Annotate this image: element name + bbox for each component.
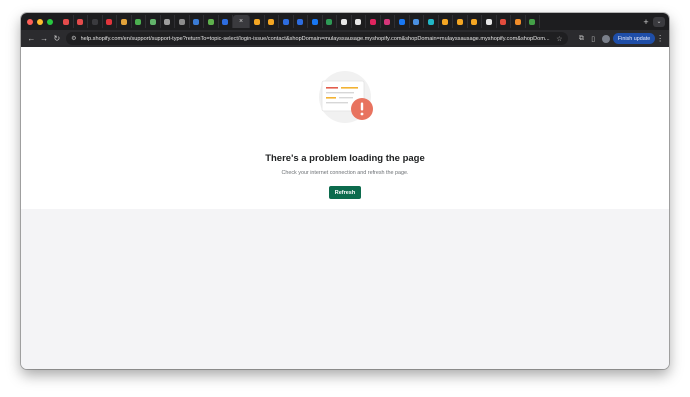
tab-strip: × + ⌄: [21, 13, 669, 30]
browser-tab[interactable]: [146, 15, 161, 28]
blue-favicon-icon: [193, 18, 200, 25]
browser-tab[interactable]: [279, 15, 294, 28]
browser-tab[interactable]: [294, 15, 308, 28]
opera-favicon-icon: [106, 18, 113, 25]
tool-favicon-icon: [120, 18, 127, 25]
gmail-favicon-icon: [500, 18, 507, 25]
browser-tab[interactable]: [204, 15, 219, 28]
extensions-icon[interactable]: ⧉: [576, 35, 588, 43]
facebook-favicon-icon: [311, 18, 318, 25]
reload-button[interactable]: ↻: [50, 30, 63, 47]
blue-circle-favicon-icon: [413, 18, 420, 25]
error-message: Check your internet connection and refre…: [281, 170, 409, 176]
browser-tab[interactable]: [526, 15, 540, 28]
browser-tab[interactable]: [250, 15, 265, 28]
bars-favicon-icon: [442, 18, 449, 25]
browser-tab[interactable]: [366, 15, 381, 28]
window-controls: [27, 18, 53, 25]
browser-tab[interactable]: [468, 15, 482, 28]
blank-favicon-icon: [91, 18, 98, 25]
close-window-button[interactable]: [27, 18, 33, 25]
browser-tab[interactable]: [323, 15, 337, 28]
bolt-favicon-icon: [253, 18, 260, 25]
meta-favicon-icon: [222, 18, 229, 25]
browser-tab[interactable]: [424, 15, 439, 28]
browser-tab[interactable]: [352, 15, 366, 28]
browser-tab[interactable]: [117, 15, 132, 28]
tab-list: ×: [59, 13, 639, 30]
browser-tab[interactable]: [453, 15, 468, 28]
back-button[interactable]: ←: [25, 30, 38, 47]
finish-update-button[interactable]: Finish update: [612, 33, 656, 44]
bolt-favicon-icon: [268, 18, 275, 25]
red-favicon-icon: [369, 18, 376, 25]
threads-favicon-icon: [355, 18, 362, 25]
bars-favicon-icon: [456, 18, 463, 25]
caret-favicon-icon: [164, 18, 171, 25]
refresh-button[interactable]: Refresh: [329, 186, 361, 199]
y-favicon-icon: [485, 18, 492, 25]
address-bar[interactable]: ⚙ help.shopify.com/en/support/support-ty…: [66, 32, 568, 45]
green-favicon-icon: [207, 18, 214, 25]
shopify-favicon-icon: [77, 18, 84, 25]
new-tab-button[interactable]: +: [639, 17, 653, 27]
zoom-window-button[interactable]: [47, 18, 53, 25]
browser-tab[interactable]: [132, 15, 146, 28]
browser-tab[interactable]: [175, 15, 190, 28]
bars-favicon-icon: [471, 18, 478, 25]
browser-tab[interactable]: [265, 15, 279, 28]
profile-avatar[interactable]: [602, 34, 610, 43]
browser-window: × + ⌄ ← → ↻ ⚙ help.shopify.com/en/suppor…: [21, 13, 669, 369]
browser-tab[interactable]: [74, 15, 88, 28]
browser-tab[interactable]: [88, 15, 103, 28]
browser-tab[interactable]: [482, 15, 497, 28]
site-info-icon[interactable]: ⚙: [71, 35, 76, 42]
green-square-favicon-icon: [326, 18, 333, 25]
shopify-favicon-icon: [62, 18, 69, 25]
orange-circle-favicon-icon: [514, 18, 521, 25]
browser-menu-icon[interactable]: ⋮: [655, 34, 665, 43]
error-card: There's a problem loading the page Check…: [21, 47, 669, 209]
browser-tab[interactable]: [103, 15, 117, 28]
browser-tab[interactable]: [410, 15, 424, 28]
page-content: There's a problem loading the page Check…: [21, 47, 669, 369]
bookmark-star-icon[interactable]: ☆: [556, 35, 562, 43]
browser-tab[interactable]: ×: [233, 15, 250, 28]
error-title: There's a problem loading the page: [265, 153, 425, 164]
meta-favicon-icon: [297, 18, 304, 25]
browser-tab[interactable]: [511, 15, 526, 28]
forward-button[interactable]: →: [38, 30, 51, 47]
side-panel-icon[interactable]: ▯: [587, 35, 599, 43]
browser-tab[interactable]: [395, 15, 410, 28]
error-illustration: [319, 71, 373, 123]
chart-favicon-icon: [135, 18, 142, 25]
browser-tab[interactable]: [308, 15, 323, 28]
url-text[interactable]: help.shopify.com/en/support/support-type…: [81, 36, 553, 42]
browser-tab[interactable]: [439, 15, 453, 28]
pin-favicon-icon: [529, 18, 536, 25]
browser-tab[interactable]: [190, 15, 204, 28]
minimize-window-button[interactable]: [37, 18, 43, 25]
browser-tab[interactable]: [337, 15, 352, 28]
circle-favicon-icon: [178, 18, 185, 25]
browser-tab[interactable]: [161, 15, 175, 28]
browser-tab[interactable]: [219, 15, 233, 28]
instagram-favicon-icon: [384, 18, 391, 25]
tab-search-button[interactable]: ⌄: [653, 16, 665, 27]
percent-favicon-icon: [149, 18, 156, 25]
facebook-favicon-icon: [398, 18, 405, 25]
browser-tab[interactable]: [59, 15, 74, 28]
close-tab-icon[interactable]: ×: [239, 18, 243, 25]
teal-favicon-icon: [427, 18, 434, 25]
browser-toolbar: ← → ↻ ⚙ help.shopify.com/en/support/supp…: [21, 30, 669, 47]
browser-tab[interactable]: [497, 15, 511, 28]
meta-favicon-icon: [282, 18, 289, 25]
browser-tab[interactable]: [381, 15, 395, 28]
threads-favicon-icon: [340, 18, 347, 25]
